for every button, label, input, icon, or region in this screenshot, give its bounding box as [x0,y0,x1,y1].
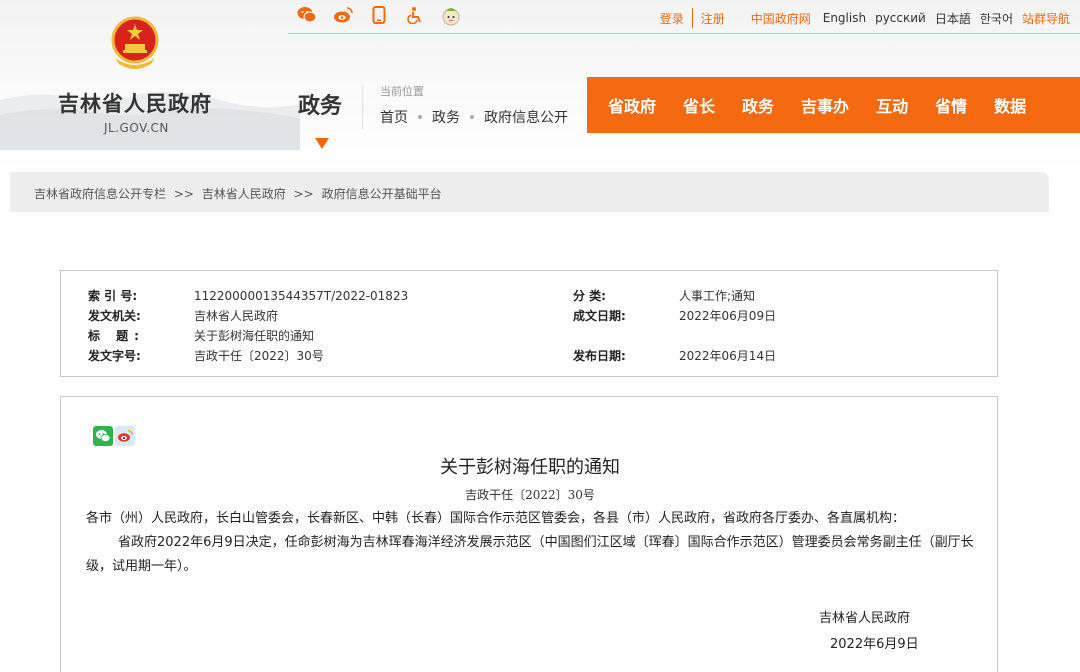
nav-item-province-info[interactable]: 省情 [935,93,967,117]
info-title: 标 题: 关于彭树海任职的通知 [88,327,314,344]
russian-link[interactable]: русский [875,11,926,25]
breadcrumb-item-gov[interactable]: 吉林省人民政府 [202,187,286,201]
info-label: 发文字号: [88,349,141,363]
breadcrumb-item-platform[interactable]: 政府信息公开基础平台 [322,187,442,201]
nav-item-jishiban[interactable]: 吉事办 [801,93,849,117]
login-link[interactable]: 登录 [660,10,684,27]
info-value: 人事工作;通知 [679,289,756,303]
top-links: 登录 注册 中国政府网 English русский 日本語 한국어 站群导航 [660,8,1070,28]
info-label: 标 题: [88,329,145,343]
position-info-link[interactable]: 政府信息公开 [484,107,568,127]
info-issuer: 发文机关: 吉林省人民政府 [88,307,278,324]
document-info-box: 索 引 号: 11220000013544357T/2022-01823 分 类:… [60,270,998,377]
info-index: 索 引 号: 11220000013544357T/2022-01823 [88,287,408,304]
position-affairs-link[interactable]: 政务 [432,107,460,127]
main-nav: 省政府 省长 政务 吉事办 互动 省情 数据 [587,77,1080,133]
section-arrow-icon [315,138,329,149]
vertical-divider [362,85,363,129]
weibo-icon[interactable] [115,426,135,446]
article-title: 关于彭树海任职的通知 [440,457,620,478]
separator [691,8,693,28]
site-domain: JL.GOV.CN [104,121,169,135]
article-paragraph: 省政府2022年6月9日决定，任命彭树海为吉林珲春海洋经济发展示范区（中国图们江… [86,535,974,574]
dot-separator [470,115,474,119]
info-publish-date: 发布日期: 2022年06月14日 [573,347,776,364]
current-position-label: 当前位置 [380,85,424,98]
breadcrumb-item-open-info[interactable]: 吉林省政府信息公开专栏 [34,187,166,201]
section-title: 政务 [298,94,343,119]
breadcrumb: 吉林省政府信息公开专栏 >> 吉林省人民政府 >> 政府信息公开基础平台 [34,185,442,202]
info-label: 发文机关: [88,309,141,323]
article-paragraph: 各市（州）人民政府，长白山管委会，长春新区、中韩（长春）国际合作示范区管委会，各… [86,511,906,526]
current-position-breadcrumb: 首页 政务 政府信息公开 [380,107,568,127]
korean-link[interactable]: 한국어 [980,10,1013,27]
nav-item-province-gov[interactable]: 省政府 [608,93,656,117]
dot-separator [418,115,422,119]
position-home-link[interactable]: 首页 [380,107,408,127]
china-gov-link[interactable]: 中国政府网 [751,10,811,27]
accessibility-icon[interactable] [404,4,426,26]
info-label: 分 类: [573,289,606,303]
article-signature-date: 2022年6月9日 [830,637,919,652]
article-signature: 吉林省人民政府 [819,611,911,626]
info-docno: 发文字号: 吉政干任〔2022〕30号 [88,347,324,364]
japanese-link[interactable]: 日本語 [935,10,971,27]
page: 吉林省人民政府 JL.GOV.CN 登录 注册 中国政府网 English ру… [0,0,1080,672]
register-link[interactable]: 注册 [701,10,725,27]
wechat-icon[interactable] [93,426,113,446]
info-date: 成文日期: 2022年06月09日 [573,307,776,324]
info-value: 2022年06月09日 [679,309,777,323]
wechat-orange-icon[interactable] [296,4,318,26]
article-doc-number: 吉政干任〔2022〕30号 [465,488,595,502]
header: 吉林省人民政府 JL.GOV.CN 登录 注册 中国政府网 English ру… [0,0,1080,172]
mobile-icon[interactable] [368,4,390,26]
weibo-icon[interactable] [332,4,354,26]
top-divider-line [288,33,1080,34]
article: 关于彭树海任职的通知 吉政干任〔2022〕30号 各市（州）人民政府，长白山管委… [60,396,998,672]
share-icons [93,426,135,446]
top-icon-bar [296,4,462,26]
info-label: 索 引 号: [88,289,138,303]
nav-item-data[interactable]: 数据 [994,93,1026,117]
nav-item-governor[interactable]: 省长 [683,93,715,117]
info-label: 成文日期: [573,309,626,323]
info-value: 关于彭树海任职的通知 [194,329,315,343]
mascot-icon[interactable] [440,4,462,26]
info-category: 分 类: 人事工作;通知 [573,287,755,304]
breadcrumb-separator: >> [293,187,314,201]
site-nav-link[interactable]: 站群导航 [1022,10,1070,27]
nav-item-interaction[interactable]: 互动 [876,93,908,117]
english-link[interactable]: English [823,11,866,25]
breadcrumb-separator: >> [173,187,194,201]
info-value: 吉林省人民政府 [194,309,279,323]
nav-item-affairs[interactable]: 政务 [742,93,774,117]
site-name[interactable]: 吉林省人民政府 [58,88,212,118]
national-emblem-icon [111,16,159,69]
info-label: 发布日期: [573,349,626,363]
info-value: 2022年06月14日 [679,349,777,363]
info-value: 11220000013544357T/2022-01823 [194,289,409,303]
breadcrumb-bar: 吉林省政府信息公开专栏 >> 吉林省人民政府 >> 政府信息公开基础平台 [10,172,1049,212]
info-value: 吉政干任〔2022〕30号 [194,349,324,363]
